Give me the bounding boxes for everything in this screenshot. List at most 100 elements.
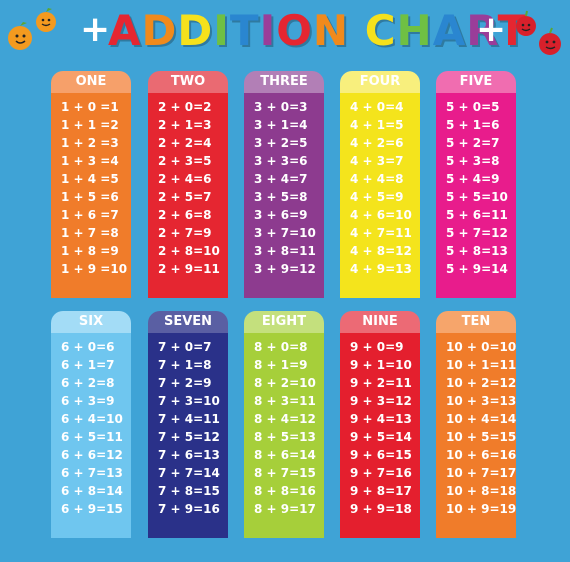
equation: 3 + 2=5: [254, 136, 308, 150]
equation: 9 + 9=18: [350, 502, 412, 516]
equation: 7 + 9=16: [158, 502, 220, 516]
card-nine: NINE 9 + 0=9 9 + 1=10 9 + 2=11 9 + 3=12 9 + 4…: [340, 311, 420, 538]
card-header: TEN: [436, 311, 516, 333]
equation: 9 + 1=10: [350, 358, 412, 372]
equation: 4 + 0=4: [350, 100, 404, 114]
equation: 4 + 3=7: [350, 154, 404, 168]
title-letter: D: [141, 6, 178, 55]
equation: 10 + 5=15: [446, 430, 517, 444]
title-letter: H: [396, 6, 433, 55]
equation: 10 + 6=16: [446, 448, 517, 462]
equation: 2 + 8=10: [158, 244, 220, 258]
equation: 7 + 2=9: [158, 376, 212, 390]
equation: 1 + 2 =3: [61, 136, 119, 150]
equation: 2 + 5=7: [158, 190, 212, 204]
equation: 5 + 6=11: [446, 208, 508, 222]
title-letter: I: [259, 6, 277, 55]
orange-fruit-icon: [8, 8, 56, 50]
card-header: FIVE: [436, 71, 516, 93]
equation: 2 + 2=4: [158, 136, 212, 150]
title-letter: C: [364, 6, 397, 55]
equation: 4 + 5=9: [350, 190, 404, 204]
card-seven: SEVEN 7 + 0=7 7 + 1=8 7 + 2=9 7 + 3=10 7 + 4=…: [148, 311, 228, 538]
apple-fruit-icon: [516, 10, 561, 55]
card-body: 3 + 0=3 3 + 1=4 3 + 2=5 3 + 3=6 3 + 4=7 3 + 5…: [244, 93, 324, 298]
equation: 6 + 1=7: [61, 358, 115, 372]
equation: 1 + 0 =1: [61, 100, 119, 114]
equation: 5 + 3=8: [446, 154, 500, 168]
equation: 5 + 2=7: [446, 136, 500, 150]
card-header: ONE: [51, 71, 131, 93]
card-body: 9 + 0=9 9 + 1=10 9 + 2=11 9 + 3=12 9 + 4=13 9…: [340, 333, 420, 538]
card-eight: EIGHT 8 + 0=8 8 + 1=9 8 + 2=10 8 + 3=11 8 + 4…: [244, 311, 324, 538]
equation: 4 + 2=6: [350, 136, 404, 150]
equation: 8 + 2=10: [254, 376, 316, 390]
equation: 10 + 0=10: [446, 340, 517, 354]
plus-sign-right: +: [476, 9, 507, 50]
equation: 3 + 5=8: [254, 190, 308, 204]
title-letter: O: [276, 6, 313, 55]
equation: 8 + 8=16: [254, 484, 316, 498]
equation: 8 + 0=8: [254, 340, 308, 354]
equation: 6 + 3=9: [61, 394, 115, 408]
equation: 3 + 4=7: [254, 172, 308, 186]
equation: 10 + 7=17: [446, 466, 517, 480]
card-five: FIVE 5 + 0=5 5 + 1=6 5 + 2=7 5 + 3=8 5 + 4=9 5…: [436, 71, 516, 298]
equation: 5 + 5=10: [446, 190, 508, 204]
equation: 2 + 9=11: [158, 262, 220, 276]
equation: 5 + 4=9: [446, 172, 500, 186]
equation: 7 + 1=8: [158, 358, 212, 372]
card-body: 4 + 0=4 4 + 1=5 4 + 2=6 4 + 3=7 4 + 4=8 4 + 5…: [340, 93, 420, 298]
equation: 4 + 7=11: [350, 226, 412, 240]
card-body: 5 + 0=5 5 + 1=6 5 + 2=7 5 + 3=8 5 + 4=9 5 + 5…: [436, 93, 516, 298]
equation: 10 + 2=12: [446, 376, 517, 390]
plus-sign-left: +: [80, 9, 111, 50]
equation: 3 + 1=4: [254, 118, 308, 132]
title-letter: T: [229, 6, 260, 55]
equation: 9 + 6=15: [350, 448, 412, 462]
equation: 10 + 3=13: [446, 394, 517, 408]
equation: 8 + 5=13: [254, 430, 316, 444]
equation: 5 + 7=12: [446, 226, 508, 240]
title-row: + ADDITION CHART +: [0, 0, 570, 62]
card-body: 7 + 0=7 7 + 1=8 7 + 2=9 7 + 3=10 7 + 4=11 7 +…: [148, 333, 228, 538]
equation: 3 + 0=3: [254, 100, 308, 114]
equation: 7 + 0=7: [158, 340, 212, 354]
card-one: ONE 1 + 0 =1 1 + 1 =2 1 + 2 =3 1 + 3 =4 1 + 4…: [51, 71, 131, 298]
equation: 6 + 7=13: [61, 466, 123, 480]
equation: 3 + 3=6: [254, 154, 308, 168]
card-body: 6 + 0=6 6 + 1=7 6 + 2=8 6 + 3=9 6 + 4=10 6 + …: [51, 333, 131, 538]
equation: 2 + 1=3: [158, 118, 212, 132]
title-letter: N: [312, 6, 350, 55]
card-header: FOUR: [340, 71, 420, 93]
equation: 3 + 8=11: [254, 244, 316, 258]
equation: 2 + 7=9: [158, 226, 212, 240]
card-header: TWO: [148, 71, 228, 93]
title-letter: A: [432, 6, 467, 55]
equation: 1 + 7 =8: [61, 226, 119, 240]
equation: 3 + 7=10: [254, 226, 316, 240]
equation: 1 + 6 =7: [61, 208, 119, 222]
equation: 8 + 6=14: [254, 448, 316, 462]
card-body: 1 + 0 =1 1 + 1 =2 1 + 2 =3 1 + 3 =4 1 + 4 =5…: [51, 93, 131, 298]
equation: 10 + 8=18: [446, 484, 517, 498]
equation: 2 + 6=8: [158, 208, 212, 222]
equation: 9 + 2=11: [350, 376, 412, 390]
equation: 6 + 0=6: [61, 340, 115, 354]
equation: 9 + 4=13: [350, 412, 412, 426]
equation: 4 + 8=12: [350, 244, 412, 258]
card-header: SIX: [51, 311, 131, 333]
equation: 5 + 8=13: [446, 244, 508, 258]
card-four: FOUR 4 + 0=4 4 + 1=5 4 + 2=6 4 + 3=7 4 + 4=8 4…: [340, 71, 420, 298]
equation: 6 + 9=15: [61, 502, 123, 516]
equation: 6 + 2=8: [61, 376, 115, 390]
equation: 10 + 4=14: [446, 412, 517, 426]
equation: 1 + 8 =9: [61, 244, 119, 258]
equation: 7 + 7=14: [158, 466, 220, 480]
equation: 1 + 5 =6: [61, 190, 119, 204]
equation: 7 + 5=12: [158, 430, 220, 444]
equation: 8 + 9=17: [254, 502, 316, 516]
equation: 8 + 3=11: [254, 394, 316, 408]
equation: 4 + 6=10: [350, 208, 412, 222]
card-header: NINE: [340, 311, 420, 333]
